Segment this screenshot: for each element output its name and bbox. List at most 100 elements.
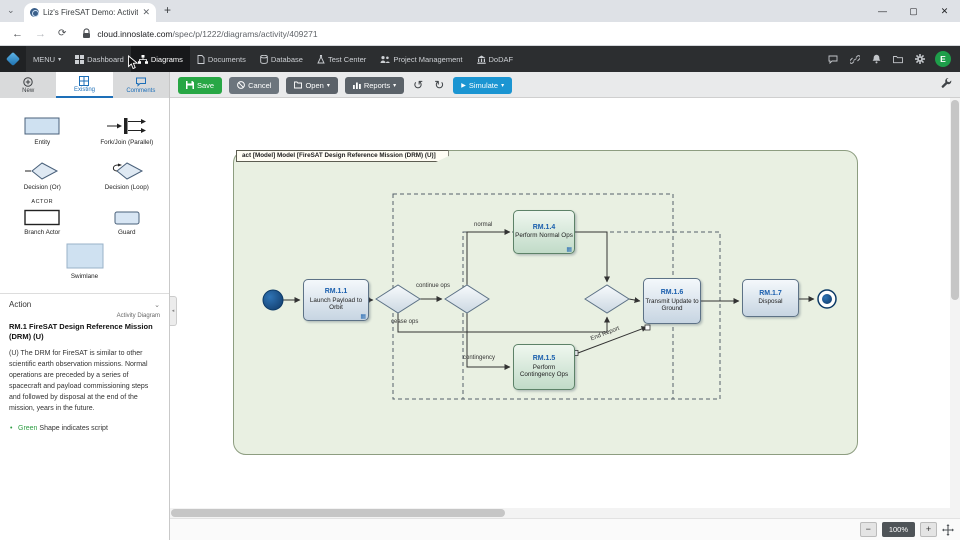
- tab-existing[interactable]: Existing: [56, 72, 113, 98]
- palette-item-entity[interactable]: Entity: [0, 106, 85, 151]
- action-node-rm14[interactable]: RM.1.4 Perform Normal Ops ▦: [513, 210, 575, 254]
- logo-diamond-icon: [5, 51, 21, 67]
- zoom-in-button[interactable]: +: [920, 522, 937, 537]
- save-button[interactable]: Save: [178, 76, 223, 94]
- action-node-rm11[interactable]: RM.1.1 Launch Payload to Orbit ▦: [303, 279, 369, 321]
- frame-title-label[interactable]: act [Model] Model [FireSAT Design Refere…: [236, 150, 449, 162]
- nav-item-test-center[interactable]: Test Center: [310, 46, 373, 72]
- link-icon[interactable]: [844, 46, 866, 72]
- browser-titlebar: ⌄ Liz's FireSAT Demo: Activity Diag ✕ + …: [0, 0, 960, 22]
- chat-icon[interactable]: [822, 46, 844, 72]
- green-word: Green: [18, 424, 38, 432]
- open-button[interactable]: Open ▾: [286, 76, 338, 94]
- start-node[interactable]: [262, 289, 284, 311]
- diagram-canvas[interactable]: act [Model] Model [FireSAT Design Refere…: [170, 98, 960, 540]
- script-table-icon: ▦: [360, 314, 366, 320]
- browser-tab[interactable]: Liz's FireSAT Demo: Activity Diag ✕: [24, 3, 156, 22]
- save-label: Save: [197, 80, 215, 90]
- edge-label-continue-ops[interactable]: continue ops: [416, 283, 450, 289]
- window-minimize-button[interactable]: —: [867, 0, 898, 22]
- tab-title: Liz's FireSAT Demo: Activity Diag: [43, 8, 139, 17]
- horizontal-scrollbar-thumb[interactable]: [171, 509, 505, 517]
- join-node[interactable]: [584, 284, 630, 314]
- nav-item-dodaf[interactable]: DoDAF: [470, 46, 521, 72]
- edge-label-cease-ops[interactable]: cease ops: [391, 319, 418, 325]
- document-icon: [197, 54, 205, 64]
- diagram-description: (U) The DRM for FireSAT is similar to ot…: [9, 349, 149, 413]
- tab-new[interactable]: New: [0, 72, 56, 98]
- edge-rm14-to-join[interactable]: [575, 231, 610, 283]
- zoom-out-button[interactable]: −: [859, 522, 877, 537]
- edge-join-to-rm16[interactable]: [628, 297, 641, 303]
- port-rm16-in[interactable]: [644, 324, 651, 331]
- edge-cease-ops[interactable]: [397, 313, 610, 333]
- undo-button[interactable]: ↺: [413, 78, 423, 92]
- sidebar-collapse-handle[interactable]: ◂: [170, 296, 177, 326]
- new-tab-button[interactable]: +: [164, 3, 171, 17]
- palette-item-branch-actor[interactable]: ACTOR Branch Actor: [0, 196, 85, 241]
- menu-caret-icon: ▾: [58, 56, 62, 63]
- script-table-icon: ▦: [566, 247, 572, 253]
- palette-label: Guard: [117, 229, 136, 237]
- nav-item-dashboard[interactable]: Dashboard: [68, 46, 131, 72]
- window-maximize-button[interactable]: ▢: [898, 0, 929, 22]
- node-id: RM.1.1: [324, 288, 348, 296]
- folder-icon[interactable]: [887, 46, 909, 72]
- decision-node-2[interactable]: [444, 284, 490, 314]
- vertical-scrollbar-thumb[interactable]: [951, 100, 959, 300]
- nav-item-database[interactable]: Database: [253, 46, 310, 72]
- simulate-label: Simulate: [468, 80, 499, 90]
- action-section-header[interactable]: Action ⌄: [0, 293, 169, 313]
- url-text[interactable]: cloud.innoslate.com/spec/p/1222/diagrams…: [97, 29, 317, 39]
- palette-item-decision-loop[interactable]: Decision (Loop): [85, 151, 170, 196]
- back-button[interactable]: ←: [12, 28, 23, 40]
- tab-search-chevron-icon[interactable]: ⌄: [7, 5, 15, 16]
- diagram-settings-wrench-icon[interactable]: [941, 77, 952, 88]
- new-plus-icon: [23, 76, 33, 87]
- fork-join-shape-icon: [106, 118, 146, 135]
- nav-item-diagrams[interactable]: Diagrams: [130, 46, 190, 72]
- notifications-bell-icon[interactable]: [866, 46, 887, 72]
- palette-label: Swimlane: [70, 273, 99, 281]
- application-window: ⌄ Liz's FireSAT Demo: Activity Diag ✕ + …: [0, 0, 960, 540]
- lock-icon[interactable]: [82, 28, 91, 39]
- edge-label-normal[interactable]: normal: [474, 222, 492, 228]
- action-node-rm16[interactable]: RM.1.6 Transmit Update to Ground: [643, 278, 701, 324]
- palette-item-decision-or[interactable]: Decision (Or): [0, 151, 85, 196]
- forward-button[interactable]: →: [35, 28, 46, 40]
- reports-button[interactable]: Reports ▾: [344, 76, 405, 94]
- nav-item-documents[interactable]: Documents: [190, 46, 253, 72]
- innoslate-logo[interactable]: [0, 46, 26, 72]
- pan-move-icon[interactable]: [942, 523, 954, 536]
- decision-node-1[interactable]: [375, 284, 421, 314]
- action-node-rm17[interactable]: RM.1.7 Disposal: [742, 279, 799, 317]
- edge-label-contingency[interactable]: contingency: [463, 355, 495, 361]
- tab-comments[interactable]: Comments: [113, 72, 169, 98]
- node-name: Perform Contingency Ops: [519, 363, 569, 379]
- redo-button[interactable]: ↻: [434, 78, 444, 92]
- menu-label: MENU: [33, 54, 56, 64]
- zoom-level-display: 100%: [881, 522, 915, 537]
- bullet-rest: Shape indicates script: [37, 424, 108, 432]
- window-close-button[interactable]: ✕: [929, 0, 960, 22]
- actor-tag-label: ACTOR: [31, 199, 54, 206]
- diagram-title: RM.1 FireSAT Design Reference Mission (D…: [9, 322, 153, 341]
- simulate-button[interactable]: ▶ Simulate ▾: [453, 76, 513, 94]
- refresh-button[interactable]: ⟳: [58, 28, 66, 39]
- edge-normal[interactable]: [466, 229, 511, 285]
- flask-icon: [317, 54, 325, 63]
- settings-gear-icon[interactable]: [909, 46, 931, 72]
- menu-dropdown[interactable]: MENU ▾: [26, 46, 68, 72]
- user-avatar[interactable]: E: [935, 51, 951, 67]
- palette-item-fork-join[interactable]: Fork/Join (Parallel): [85, 106, 170, 151]
- action-node-rm15[interactable]: RM.1.5 Perform Contingency Ops: [513, 344, 575, 390]
- vertical-scrollbar[interactable]: [950, 98, 960, 508]
- cancel-icon: [237, 81, 246, 89]
- palette-item-guard[interactable]: Guard: [85, 196, 170, 241]
- palette-label: Branch Actor: [24, 229, 61, 237]
- tab-close-icon[interactable]: ✕: [142, 7, 150, 18]
- palette-item-swimlane[interactable]: Swimlane: [0, 241, 169, 285]
- cancel-button[interactable]: Cancel: [229, 76, 280, 94]
- nav-item-project-management[interactable]: Project Management: [373, 46, 469, 72]
- horizontal-scrollbar[interactable]: [170, 508, 960, 518]
